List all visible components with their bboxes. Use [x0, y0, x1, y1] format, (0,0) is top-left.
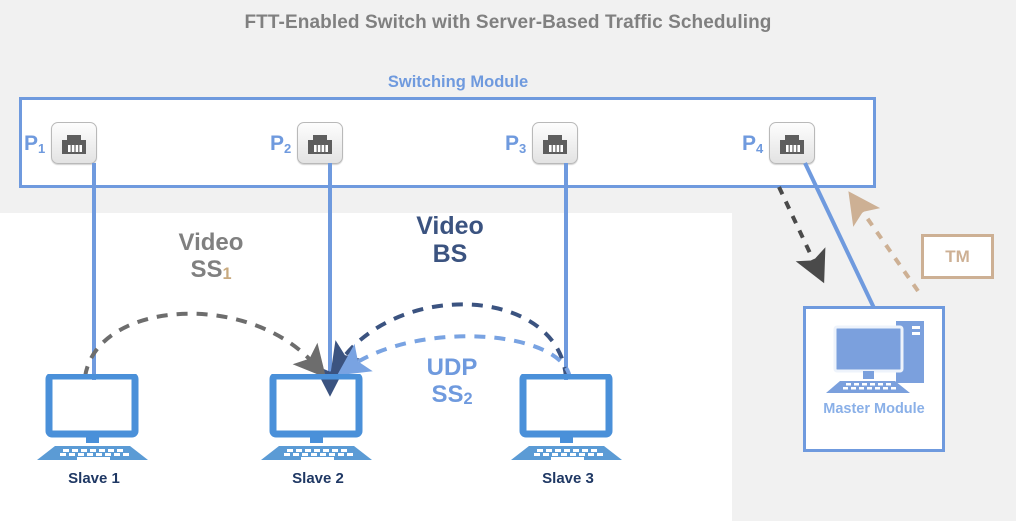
page-title: FTT-Enabled Switch with Server-Based Tra… — [244, 12, 772, 33]
flow-label-video-bs: Video BS — [416, 212, 484, 268]
switching-module-label: Switching Module — [387, 73, 529, 91]
rj45-port-icon — [51, 122, 98, 164]
node-slave-1[interactable]: Slave 1 — [19, 372, 169, 487]
node-caption-slave-2: Slave 2 — [292, 470, 344, 487]
tm-box[interactable]: TM — [921, 234, 994, 279]
rj45-port-icon — [297, 122, 344, 164]
node-slave-2[interactable]: Slave 2 — [243, 372, 393, 487]
desktop-tower-computer-icon — [826, 321, 924, 393]
port-label-p3: P3 — [505, 131, 527, 156]
flow-arrow-switch-to-master — [777, 186, 826, 284]
rj45-port-icon — [769, 122, 816, 164]
diagram-canvas: FTT-Enabled Switch with Server-Based Tra… — [0, 0, 1016, 521]
port-label-p2: P2 — [270, 131, 292, 156]
node-caption-slave-3: Slave 3 — [542, 470, 594, 487]
desktop-computer-icon — [260, 372, 372, 460]
master-module-box[interactable]: Master Module — [803, 306, 945, 452]
switch-port-p1[interactable]: P1 — [24, 122, 98, 164]
flow-arrow-tm-to-switch — [848, 191, 920, 293]
node-caption-slave-1: Slave 1 — [68, 470, 120, 487]
node-slave-3[interactable]: Slave 3 — [493, 372, 643, 487]
switch-port-p4[interactable]: P4 — [742, 122, 816, 164]
desktop-computer-icon — [510, 372, 622, 460]
master-module-caption: Master Module — [823, 401, 925, 417]
port-label-p4: P4 — [742, 131, 764, 156]
rj45-port-icon — [532, 122, 579, 164]
flow-label-video-ss1: Video SS1 — [178, 229, 244, 283]
switch-port-p3[interactable]: P3 — [505, 122, 579, 164]
desktop-computer-icon — [36, 372, 148, 460]
switch-port-p2[interactable]: P2 — [270, 122, 344, 164]
tm-label: TM — [945, 246, 970, 266]
port-label-p1: P1 — [24, 131, 46, 156]
